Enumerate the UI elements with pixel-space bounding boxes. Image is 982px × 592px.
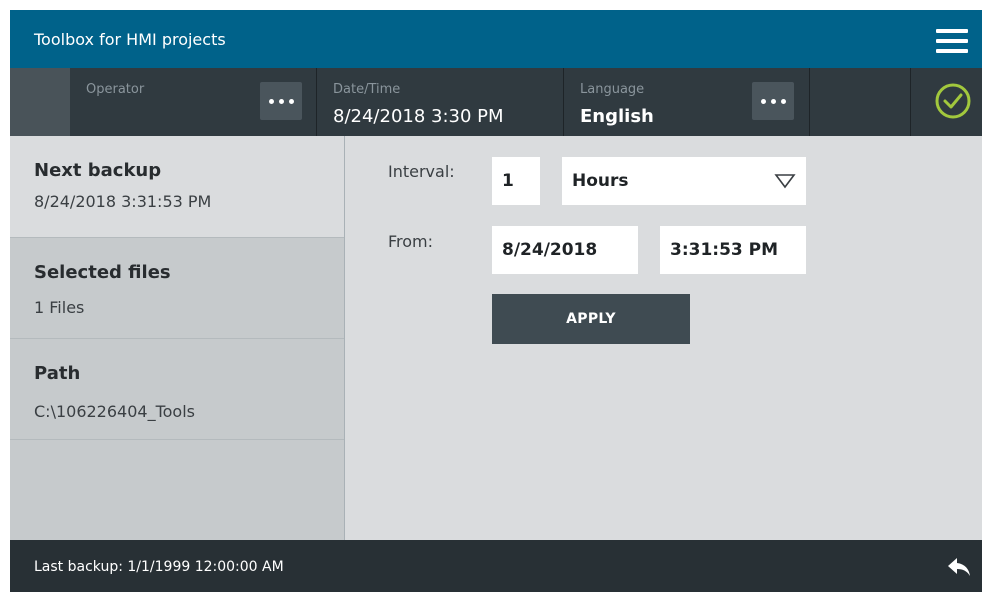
- sidebar: Next backup 8/24/2018 3:31:53 PM Selecte…: [10, 136, 345, 540]
- interval-label: Interval:: [388, 162, 455, 181]
- operator-more-button[interactable]: [260, 82, 302, 120]
- sidebar-item-selected-files[interactable]: Selected files 1 Files: [10, 238, 344, 339]
- app-title: Toolbox for HMI projects: [34, 30, 226, 49]
- status-bar-leading-block: [10, 68, 70, 136]
- last-backup-text: Last backup: 1/1/1999 12:00:00 AM: [34, 559, 284, 575]
- back-arrow-icon[interactable]: [946, 556, 972, 578]
- from-label: From:: [388, 232, 434, 251]
- interval-input[interactable]: 1: [492, 157, 540, 205]
- title-bar: Toolbox for HMI projects: [10, 10, 982, 68]
- interval-unit-dropdown[interactable]: Hours: [562, 157, 806, 205]
- sidebar-item-value: C:\106226404_Tools: [34, 402, 195, 421]
- datetime-cell[interactable]: Date/Time 8/24/2018 3:30 PM: [317, 68, 564, 136]
- sidebar-item-value: 8/24/2018 3:31:53 PM: [34, 192, 212, 211]
- footer-bar: Last backup: 1/1/1999 12:00:00 AM: [10, 540, 982, 592]
- language-cell: Language English: [564, 68, 810, 136]
- operator-cell: Operator: [70, 68, 317, 136]
- from-date-input[interactable]: 8/24/2018: [492, 226, 638, 274]
- sidebar-item-next-backup[interactable]: Next backup 8/24/2018 3:31:53 PM: [10, 136, 344, 238]
- from-time-input[interactable]: 3:31:53 PM: [660, 226, 806, 274]
- apply-button[interactable]: APPLY: [492, 294, 690, 344]
- ellipsis-icon: [269, 99, 274, 104]
- check-circle-icon[interactable]: [934, 82, 972, 120]
- datetime-value: 8/24/2018 3:30 PM: [333, 106, 504, 127]
- status-spacer-cell: [810, 68, 911, 136]
- sidebar-item-title: Path: [34, 363, 81, 384]
- language-more-button[interactable]: [752, 82, 794, 120]
- language-label: Language: [580, 82, 645, 97]
- app-window: Toolbox for HMI projects Operator Date/T…: [10, 10, 982, 592]
- sidebar-item-title: Next backup: [34, 160, 162, 181]
- datetime-label: Date/Time: [333, 82, 401, 97]
- dropdown-triangle-icon: [774, 174, 796, 189]
- sidebar-item-title: Selected files: [34, 262, 171, 283]
- interval-unit-value: Hours: [572, 171, 629, 191]
- hamburger-menu-icon[interactable]: [936, 29, 968, 53]
- status-bar: Operator Date/Time 8/24/2018 3:30 PM Lan…: [10, 68, 982, 136]
- language-value: English: [580, 106, 654, 127]
- sidebar-item-value: 1 Files: [34, 298, 85, 317]
- operator-label: Operator: [86, 82, 145, 97]
- sidebar-item-path[interactable]: Path C:\106226404_Tools: [10, 339, 344, 440]
- ellipsis-icon: [761, 99, 766, 104]
